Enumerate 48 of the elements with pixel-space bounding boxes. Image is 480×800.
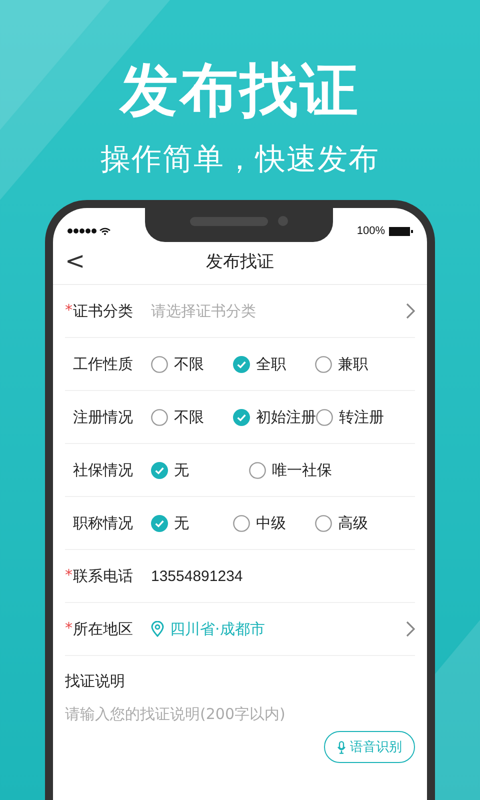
signal-icon — [67, 227, 111, 235]
field-label: 职称情况 — [73, 514, 133, 532]
option-label: 转注册 — [339, 408, 384, 426]
option-label: 无 — [174, 460, 189, 480]
radio-button[interactable] — [151, 408, 168, 426]
required-mark: * — [65, 618, 72, 636]
option-label: 不限 — [174, 408, 204, 426]
field-label: 工作性质 — [73, 354, 133, 374]
headline: 发布找证 — [120, 55, 360, 126]
battery-icon — [389, 226, 413, 236]
option-label: 不限 — [174, 354, 204, 374]
required-mark: * — [65, 300, 72, 318]
required-mark: * — [65, 566, 72, 584]
subheadline: 操作简单，快速发布 — [100, 141, 380, 179]
option-label: 中级 — [256, 514, 286, 532]
radio-checked-icon[interactable] — [233, 356, 250, 372]
select-field[interactable]: 请选择证书分类 — [151, 302, 406, 320]
radio-button[interactable] — [233, 514, 250, 532]
field-label: 证书分类 — [73, 302, 133, 320]
back-button[interactable]: < — [61, 246, 90, 276]
location-field[interactable]: 四川省·成都市 — [170, 620, 265, 638]
option-label: 全职 — [256, 354, 286, 374]
option-label: 初始注册 — [256, 408, 316, 426]
radio-button[interactable] — [151, 356, 168, 372]
option-label: 高级 — [338, 514, 368, 532]
radio-checked-icon[interactable] — [233, 408, 250, 426]
voice-input-button[interactable]: 语音识别 — [324, 731, 415, 763]
battery-percentage: 100% — [356, 225, 385, 237]
option-label: 唯一社保 — [272, 460, 332, 480]
chevron-right-icon — [406, 621, 415, 637]
page-title: 发布找证 — [206, 250, 274, 272]
radio-button[interactable] — [316, 408, 333, 426]
field-label: 联系电话 — [73, 566, 133, 586]
radio-checked-icon[interactable] — [151, 462, 168, 478]
radio-button[interactable] — [315, 356, 332, 372]
location-pin-icon — [151, 621, 164, 637]
option-label: 兼职 — [338, 354, 368, 374]
option-label: 无 — [174, 514, 189, 532]
microphone-icon — [337, 740, 346, 754]
phone-number-field[interactable]: 13554891234 — [151, 568, 243, 584]
section-label: 找证说明 — [65, 672, 126, 691]
radio-button[interactable] — [315, 514, 332, 532]
radio-button[interactable] — [249, 462, 266, 478]
field-label: 社保情况 — [73, 460, 133, 480]
field-label: 注册情况 — [73, 408, 133, 426]
chevron-right-icon — [406, 303, 415, 319]
radio-checked-icon[interactable] — [151, 514, 168, 532]
field-label: 所在地区 — [73, 620, 133, 638]
